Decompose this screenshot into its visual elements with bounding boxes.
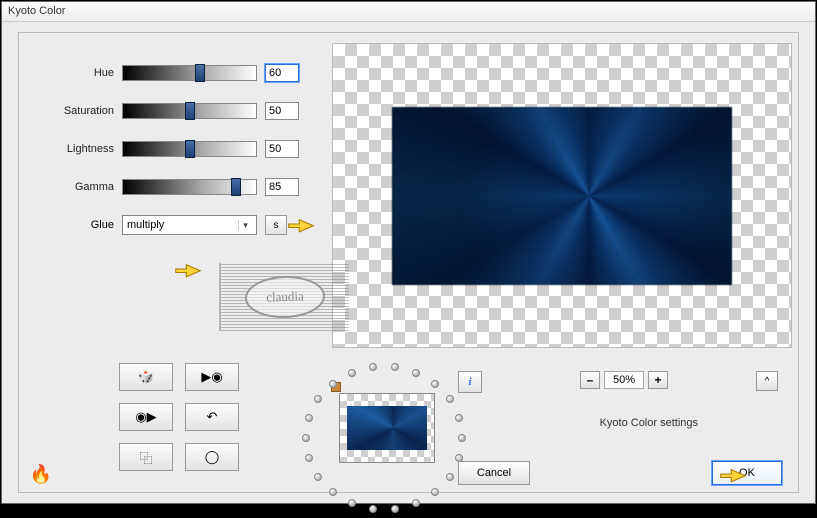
hue-row: Hue: [44, 63, 334, 83]
ring-dot[interactable]: [412, 499, 420, 507]
hue-input[interactable]: [265, 64, 299, 82]
play-button[interactable]: ▶◉: [185, 363, 239, 391]
zoom-value[interactable]: 50%: [604, 371, 644, 389]
ring-thumbnail[interactable]: [339, 393, 435, 463]
info-button[interactable]: i: [458, 371, 482, 393]
content-frame: Hue Saturation Lightness Gamma Glue: [18, 32, 799, 493]
ring-dot[interactable]: [455, 414, 463, 422]
saturation-thumb[interactable]: [185, 102, 195, 120]
zoom-in-button[interactable]: +: [648, 371, 668, 389]
lightness-slider[interactable]: [122, 141, 257, 157]
watermark: claudia: [219, 263, 349, 331]
gamma-row: Gamma: [44, 177, 334, 197]
util-buttons: 🎲 ▶◉ ◉▶ ↶ ⿻ ◯: [119, 363, 239, 471]
gamma-slider[interactable]: [122, 179, 257, 195]
ring-dot[interactable]: [446, 473, 454, 481]
copy-button[interactable]: ⿻: [119, 443, 173, 471]
glue-dropdown[interactable]: multiply ▾: [122, 215, 257, 235]
settings-label: Kyoto Color settings: [600, 417, 698, 429]
ring-dot[interactable]: [431, 488, 439, 496]
glue-label: Glue: [44, 219, 114, 231]
preview-panel[interactable]: [332, 43, 792, 348]
ring-dot[interactable]: [305, 454, 313, 462]
zoom-controls: – 50% +: [580, 371, 668, 389]
ring-dot[interactable]: [329, 380, 337, 388]
saturation-slider[interactable]: [122, 103, 257, 119]
dialog-window: Kyoto Color Hue Saturation Lightness Gam…: [1, 1, 816, 504]
copy-icon: ⿻: [139, 448, 152, 467]
zoom-out-button[interactable]: –: [580, 371, 600, 389]
saturation-row: Saturation: [44, 101, 334, 121]
ring-dot[interactable]: [412, 369, 420, 377]
ring-dot[interactable]: [329, 488, 337, 496]
dice-icon: 🎲: [138, 369, 154, 385]
disc-icon: ◉▶: [135, 409, 156, 425]
ok-button[interactable]: OK: [712, 461, 782, 485]
glue-selected: multiply: [127, 219, 164, 231]
ring-dot[interactable]: [431, 380, 439, 388]
window-title: Kyoto Color: [2, 2, 815, 22]
undo-button[interactable]: ↶: [185, 403, 239, 431]
dice-button[interactable]: 🎲: [119, 363, 173, 391]
ring-dot[interactable]: [369, 363, 377, 371]
hue-thumb[interactable]: [195, 64, 205, 82]
saturation-label: Saturation: [44, 105, 114, 117]
glue-row: Glue multiply ▾ s: [44, 215, 334, 235]
undo-icon: ↶: [207, 409, 218, 425]
ring-icon: ◯: [205, 449, 220, 465]
disc-button[interactable]: ◉▶: [119, 403, 173, 431]
ring-dot[interactable]: [348, 499, 356, 507]
gamma-label: Gamma: [44, 181, 114, 193]
hue-slider[interactable]: [122, 65, 257, 81]
cancel-button[interactable]: Cancel: [458, 461, 530, 485]
variation-ring: [299, 358, 469, 518]
ring-dot[interactable]: [369, 505, 377, 513]
lightness-label: Lightness: [44, 143, 114, 155]
play-icon: ▶◉: [201, 369, 222, 385]
lightness-row: Lightness: [44, 139, 334, 159]
ring-dot[interactable]: [458, 434, 466, 442]
ring-dot[interactable]: [391, 505, 399, 513]
lightness-thumb[interactable]: [185, 140, 195, 158]
chevron-down-icon: ▾: [238, 220, 252, 231]
glue-s-button[interactable]: s: [265, 215, 287, 235]
hue-label: Hue: [44, 67, 114, 79]
gamma-input[interactable]: [265, 178, 299, 196]
ring-dot[interactable]: [302, 434, 310, 442]
ring-dot[interactable]: [446, 395, 454, 403]
gamma-thumb[interactable]: [231, 178, 241, 196]
flame-icon[interactable]: 🔥: [29, 462, 53, 486]
ring-dot[interactable]: [305, 414, 313, 422]
ring-dot[interactable]: [391, 363, 399, 371]
ring-dot[interactable]: [314, 395, 322, 403]
ring-button[interactable]: ◯: [185, 443, 239, 471]
watermark-text: claudia: [244, 275, 325, 320]
pointer-icon: [174, 258, 202, 280]
preview-image: [392, 107, 732, 285]
ring-dot[interactable]: [314, 473, 322, 481]
slider-panel: Hue Saturation Lightness Gamma Glue: [44, 63, 334, 235]
lightness-input[interactable]: [265, 140, 299, 158]
saturation-input[interactable]: [265, 102, 299, 120]
ring-dot[interactable]: [348, 369, 356, 377]
expand-button[interactable]: ^: [756, 371, 778, 391]
